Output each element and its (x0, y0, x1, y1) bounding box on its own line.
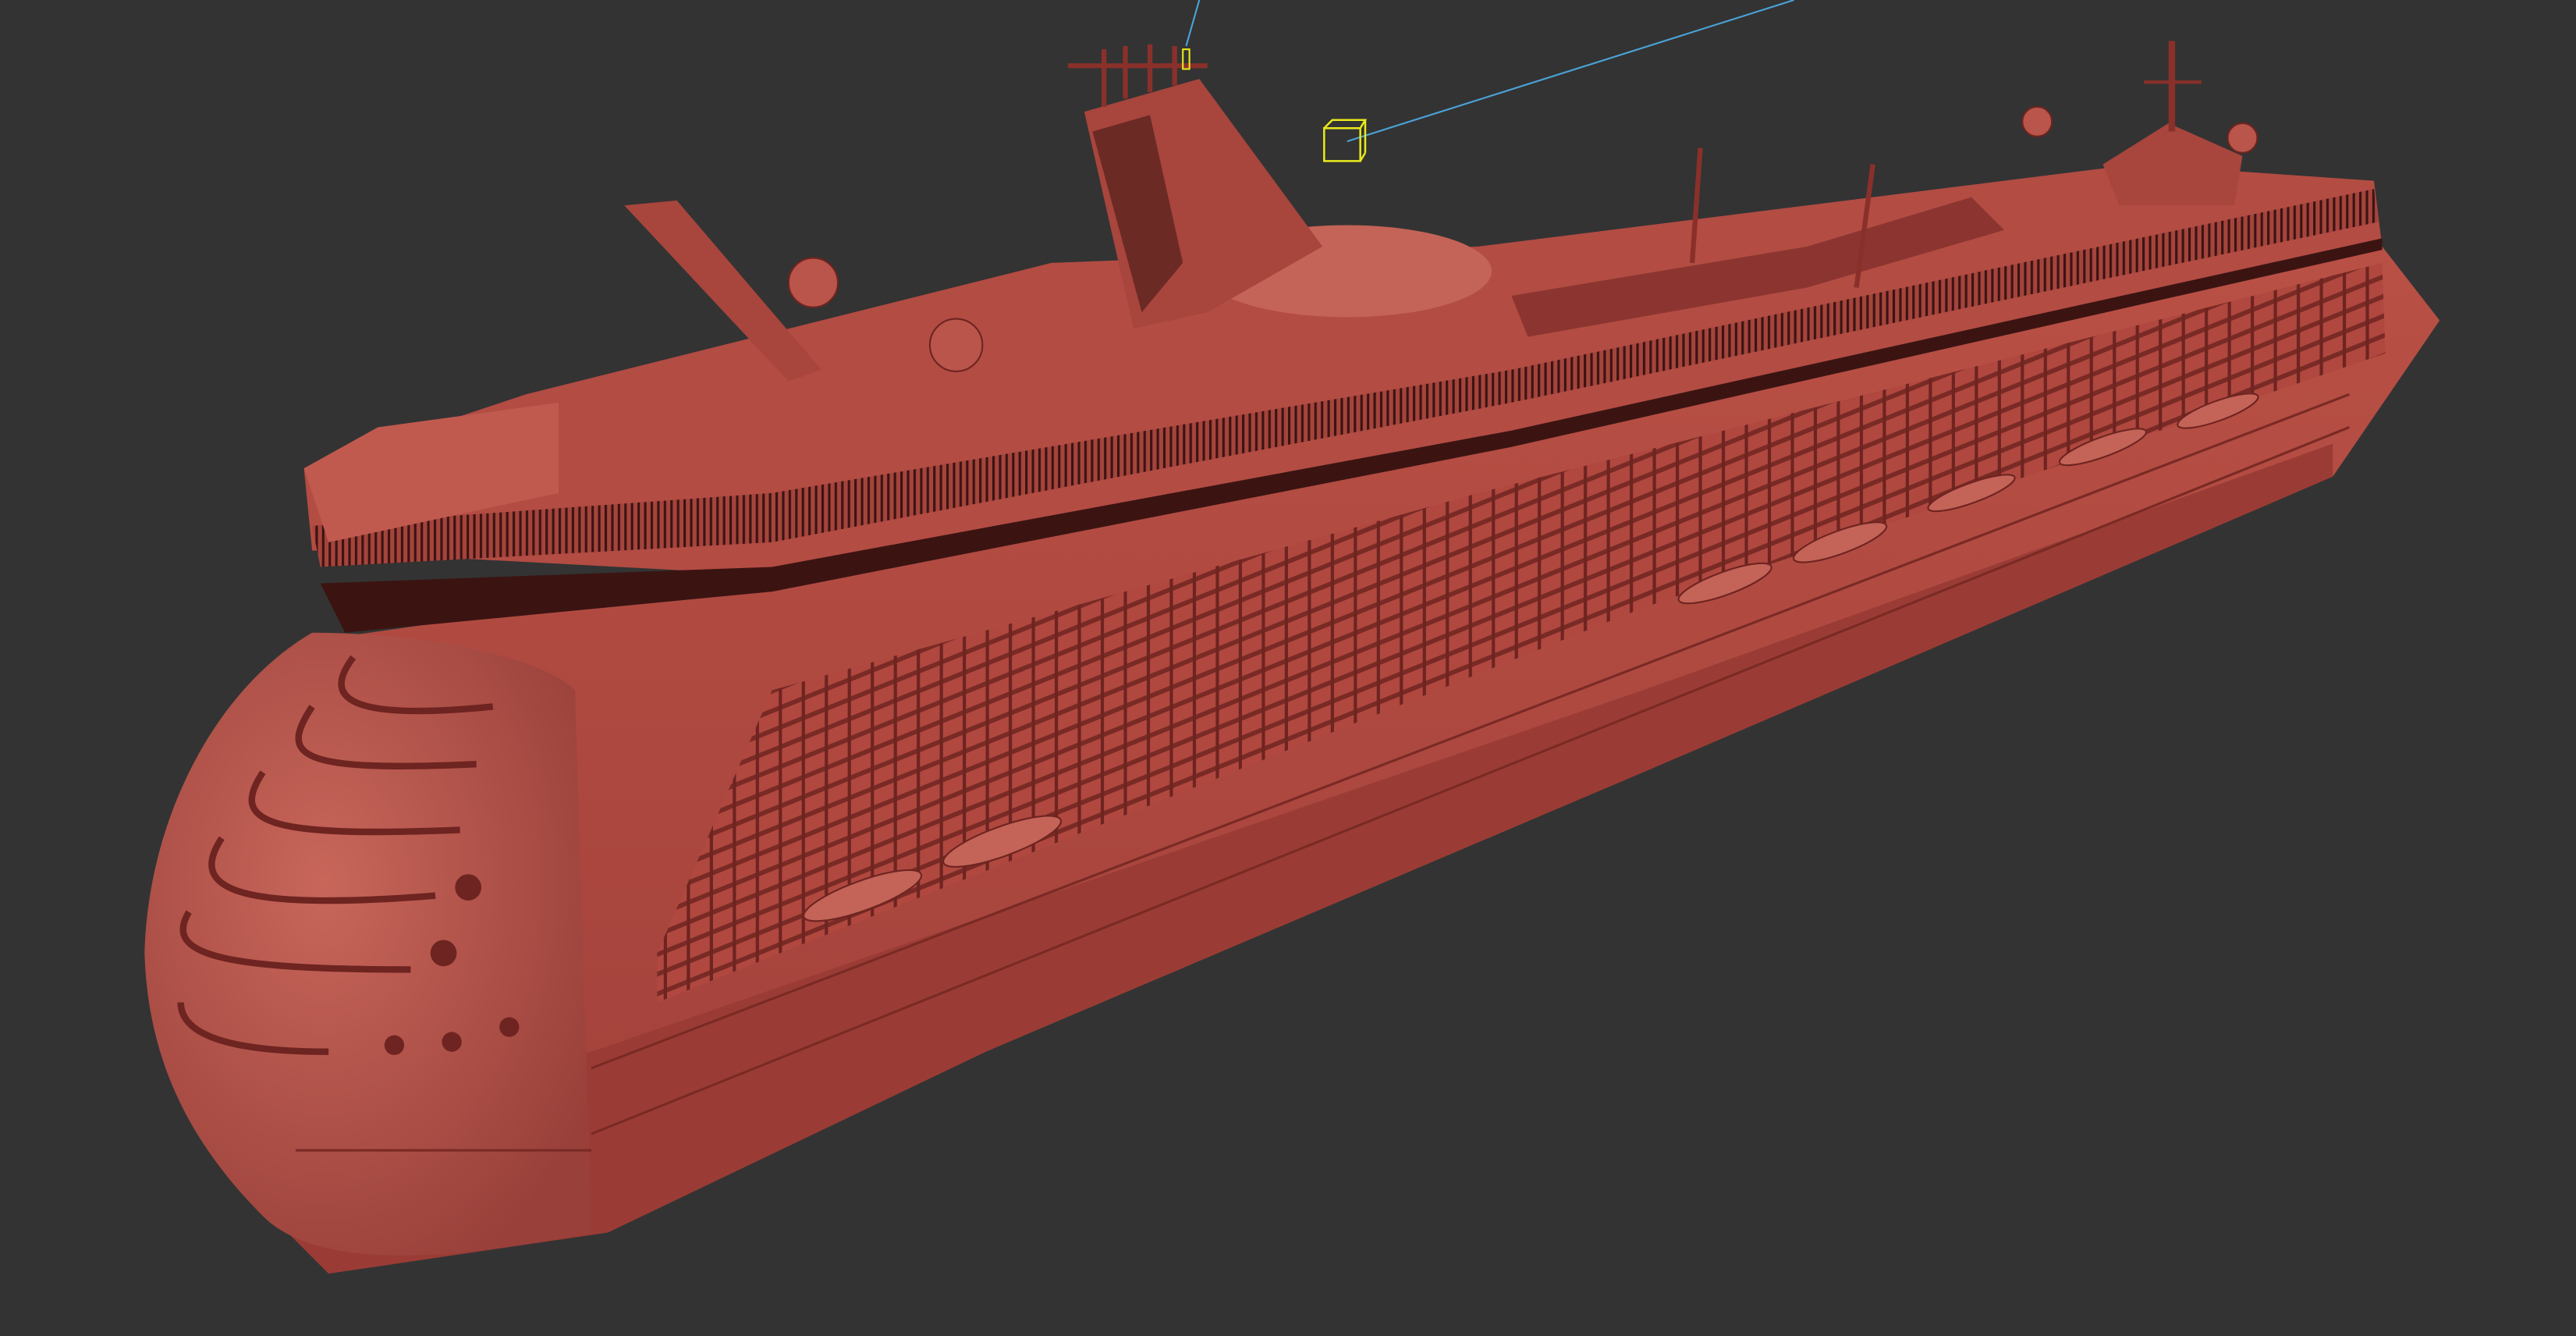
guide-line (1347, 0, 1794, 143)
forward-mast (2102, 41, 2243, 206)
ship-stern (144, 632, 592, 1256)
guide-line (1185, 0, 1201, 47)
3d-viewport[interactable] (0, 0, 2576, 1336)
yellow-box-helper[interactable] (1323, 119, 1368, 162)
viewport-scene[interactable] (0, 0, 2576, 1336)
